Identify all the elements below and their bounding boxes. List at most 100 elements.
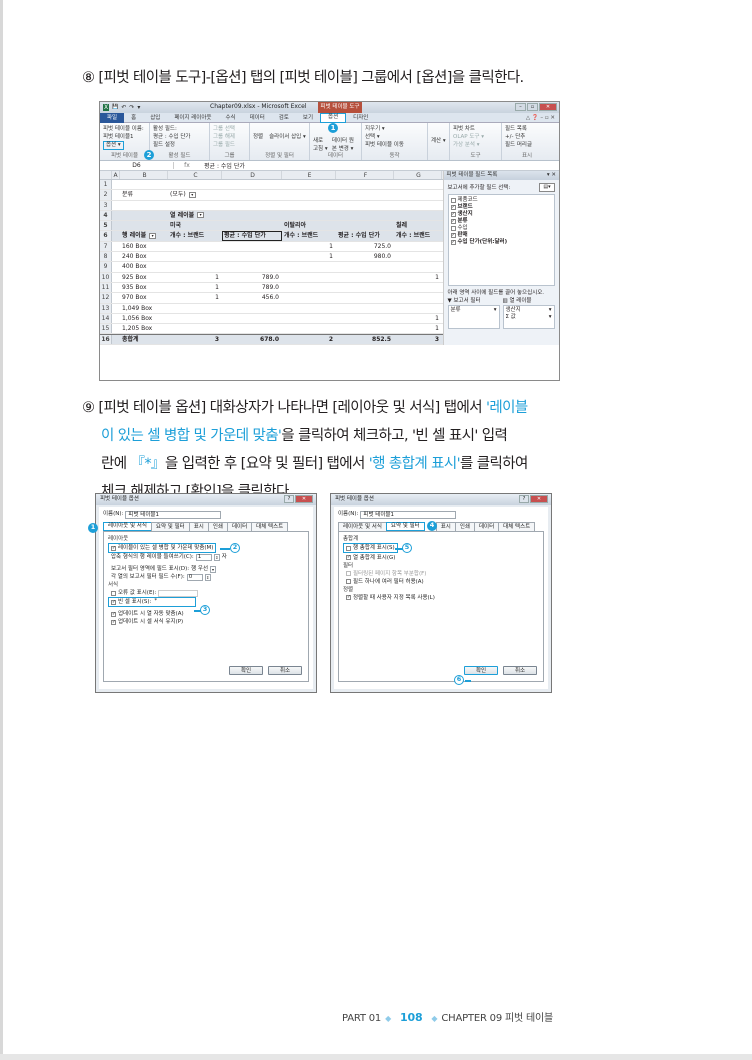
field-list-item[interactable]: 수입: [450, 225, 553, 232]
formula-input[interactable]: 평균 : 수입 단가: [200, 161, 245, 170]
cell[interactable]: [394, 180, 442, 189]
cell[interactable]: 행 레이블 ▾: [120, 231, 168, 240]
cell[interactable]: 1: [168, 283, 222, 292]
cell[interactable]: 1: [282, 242, 336, 251]
tab-review[interactable]: 검토: [272, 113, 296, 123]
tab-data[interactable]: 데이터: [226, 522, 253, 531]
field-list-item[interactable]: 제품코드: [450, 197, 553, 204]
cell[interactable]: [112, 211, 120, 220]
cell[interactable]: [112, 304, 120, 313]
cell[interactable]: 평균 : 수입 단가: [336, 231, 394, 240]
tab-layout-format[interactable]: 레이아웃 및 서식: [103, 522, 152, 531]
cell[interactable]: 미국: [168, 221, 222, 230]
group-field-button[interactable]: 그룹 필드: [213, 141, 246, 149]
cell[interactable]: [336, 283, 394, 292]
cell[interactable]: [168, 314, 222, 323]
tab-insert[interactable]: 삽입: [143, 113, 167, 123]
cell[interactable]: [222, 314, 282, 323]
cell[interactable]: 개수 : 브랜드: [394, 231, 442, 240]
cell[interactable]: [112, 324, 120, 333]
change-source-button[interactable]: 데이터 원본 변경 ▾: [332, 137, 358, 153]
preserve-format-checkbox[interactable]: ✓ 업데이트 시 셀 서식 유지(P): [108, 618, 304, 626]
cell[interactable]: 3: [394, 335, 442, 343]
cell[interactable]: 456.0: [222, 293, 282, 302]
layout-toggle-icon[interactable]: ▤▾: [539, 183, 555, 192]
undo-icon[interactable]: ↶: [121, 104, 126, 111]
cell[interactable]: [394, 252, 442, 261]
cell[interactable]: [336, 190, 394, 199]
row-header[interactable]: 4: [100, 210, 112, 221]
cell[interactable]: [394, 304, 442, 313]
cell[interactable]: 분류: [120, 190, 168, 199]
buttons-toggle[interactable]: +/- 단추: [505, 133, 549, 141]
cell[interactable]: [112, 262, 120, 271]
cell[interactable]: [112, 201, 120, 210]
cell[interactable]: [112, 314, 120, 323]
checkbox[interactable]: ✓: [111, 599, 116, 605]
checkbox[interactable]: ✓: [450, 212, 456, 217]
error-values-row[interactable]: 오류 값 표시(E):: [108, 589, 304, 597]
save-icon[interactable]: 💾: [112, 104, 118, 111]
checkbox[interactable]: ✓: [450, 219, 456, 224]
options-button[interactable]: 옵션 ▾: [103, 141, 124, 150]
cell[interactable]: 725.0: [336, 242, 394, 251]
cell[interactable]: 678.0: [222, 335, 282, 343]
cell[interactable]: 1,056 Box: [120, 314, 168, 323]
cell[interactable]: [222, 221, 282, 230]
help-button[interactable]: ?: [519, 495, 529, 503]
cell[interactable]: [168, 201, 222, 210]
cell[interactable]: [120, 221, 168, 230]
cell[interactable]: 852.5: [336, 335, 394, 343]
cell[interactable]: [282, 180, 336, 189]
cell[interactable]: [394, 283, 442, 292]
cell[interactable]: (모두) ▾: [168, 190, 222, 199]
name-box[interactable]: D6: [100, 162, 174, 169]
tab-data[interactable]: 데이터: [243, 113, 272, 123]
customize-qa-icon[interactable]: ▾: [137, 104, 140, 111]
cell[interactable]: [282, 211, 336, 220]
merge-center-checkbox[interactable]: ✓ 레이블이 있는 셀 병합 및 가운데 맞춤(M): [108, 543, 217, 553]
checkbox[interactable]: [346, 579, 351, 584]
tab-alt-text[interactable]: 대체 텍스트: [251, 522, 289, 531]
cell[interactable]: [222, 262, 282, 271]
checkbox[interactable]: [450, 226, 456, 231]
spin-icon[interactable]: ⇕: [213, 553, 220, 561]
ok-button[interactable]: 확인: [464, 666, 498, 675]
field-headers-toggle[interactable]: 필드 머리글: [505, 141, 549, 149]
help-button[interactable]: ?: [284, 495, 294, 503]
checkbox[interactable]: ✓: [111, 545, 116, 551]
cell[interactable]: [120, 211, 168, 220]
row-header[interactable]: 11: [100, 282, 112, 293]
cancel-button[interactable]: 취소: [268, 666, 302, 675]
cell[interactable]: 1: [394, 314, 442, 323]
cell[interactable]: [168, 304, 222, 313]
row-header[interactable]: 12: [100, 293, 112, 303]
filter-fields-input[interactable]: 0: [186, 573, 203, 581]
cell[interactable]: [168, 180, 222, 189]
area-field-item[interactable]: Σ 값 ▾: [506, 314, 552, 321]
checkbox[interactable]: ✓: [450, 233, 456, 238]
cell[interactable]: [168, 242, 222, 251]
help-icons[interactable]: △ ❓ – ▫ ✕: [526, 115, 559, 121]
empty-cell-input[interactable]: *: [153, 598, 193, 606]
cell[interactable]: [336, 273, 394, 282]
cell[interactable]: [222, 242, 282, 251]
cell[interactable]: 총합계: [120, 335, 168, 343]
cell[interactable]: [394, 242, 442, 251]
cell[interactable]: [336, 262, 394, 271]
cell[interactable]: 240 Box: [120, 252, 168, 261]
multiple-filters-checkbox[interactable]: 필드 하나에 여러 필터 허용(A): [343, 578, 539, 586]
row-header[interactable]: 9: [100, 262, 112, 272]
cell[interactable]: 1: [168, 293, 222, 302]
checkbox[interactable]: [346, 545, 351, 551]
cell[interactable]: [336, 304, 394, 313]
cell[interactable]: [394, 201, 442, 210]
chevron-down-icon[interactable]: ▾: [210, 565, 217, 573]
cell[interactable]: [222, 190, 282, 199]
cell[interactable]: [120, 201, 168, 210]
cell[interactable]: [394, 293, 442, 302]
cell[interactable]: [336, 324, 394, 333]
cell[interactable]: [222, 252, 282, 261]
checkbox[interactable]: [111, 590, 116, 596]
tab-view[interactable]: 보기: [296, 113, 320, 123]
